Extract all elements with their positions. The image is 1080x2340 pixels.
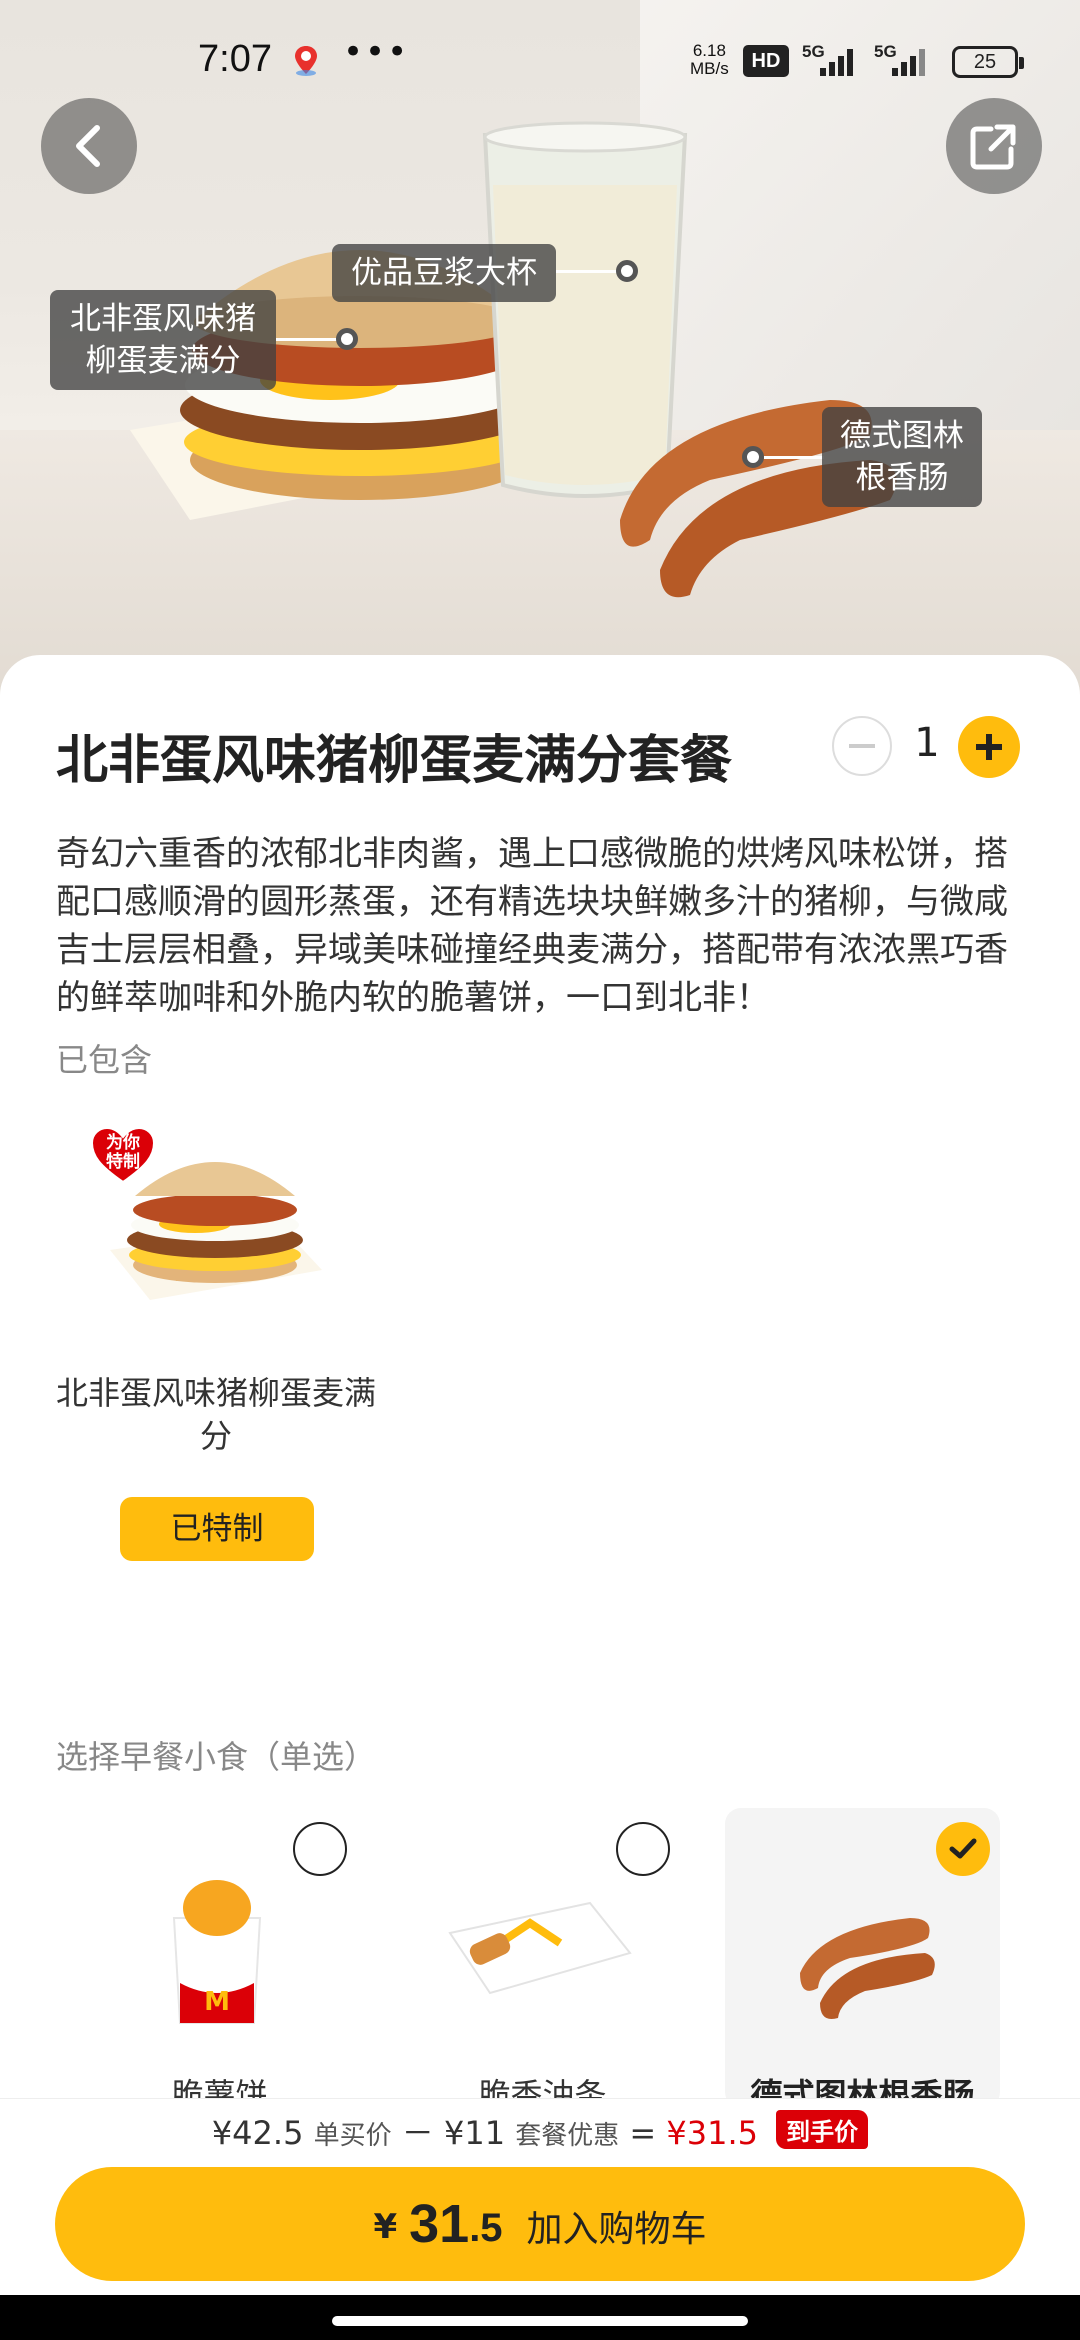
snack-option-youtiao[interactable]: 脆香油条: [405, 1808, 680, 2114]
minus-sign: －: [401, 2114, 434, 2152]
tag-burger-dot: [336, 328, 358, 350]
price-breakdown: ¥42.5 单买价 － ¥11 套餐优惠 = ¥31.5 到手价: [0, 2108, 1080, 2154]
network-speed-value: 6.18: [692, 41, 726, 60]
tag-sausage-line: [764, 456, 824, 459]
plus-icon: [976, 734, 1002, 760]
snack-select-label: 选择早餐小食（单选）: [56, 1738, 377, 1776]
single-price-label: 单买价: [313, 2121, 392, 2151]
snack-option-hashbrown-radio[interactable]: [293, 1822, 347, 1876]
tag-soymilk-dot: [616, 260, 638, 282]
hero-image: 北非蛋风味猪柳蛋麦满分 优品豆浆大杯 德式图林根香肠 7:07 ••• 6.18…: [0, 0, 1080, 700]
custom-made-badge-label: 为你特制: [106, 1133, 140, 1172]
status-bar: 7:07 ••• 6.18 MB/s HD 5G 5G 25: [0, 0, 1080, 120]
tag-burger-line: [276, 338, 338, 341]
quantity-increase-button[interactable]: [958, 716, 1020, 778]
cart-price-decimal: .5: [469, 2205, 503, 2250]
customized-button[interactable]: 已特制: [120, 1497, 314, 1561]
cart-currency: ¥: [373, 2207, 398, 2247]
equals-sign: =: [629, 2114, 657, 2152]
quantity-decrease-button[interactable]: [832, 716, 892, 776]
add-to-cart-label: 加入购物车: [526, 2209, 707, 2250]
tag-soymilk-line: [556, 270, 618, 273]
snack-option-sausage[interactable]: 德式图林根香肠: [725, 1808, 1000, 2114]
included-item-image[interactable]: 为你特制: [90, 1126, 330, 1324]
discount-label: 套餐优惠: [515, 2121, 620, 2151]
tag-burger[interactable]: 北非蛋风味猪柳蛋麦满分: [50, 290, 276, 390]
cart-price-integer: 31: [409, 2194, 470, 2254]
signal-icon-1: 5G: [802, 42, 862, 78]
signal-icon-2: 5G: [874, 42, 934, 78]
single-price: ¥42.5: [211, 2114, 304, 2152]
more-notifications-icon: •••: [343, 32, 410, 72]
back-button[interactable]: [41, 98, 137, 194]
share-icon: [970, 124, 1016, 170]
product-description: 奇幻六重香的浓郁北非肉酱，遇上口感微脆的烘烤风味松饼，搭配口感顺滑的圆形蒸蛋，还…: [56, 834, 1008, 1018]
discount-amount: ¥11: [443, 2114, 506, 2152]
check-icon: [949, 1838, 977, 1859]
snack-option-hashbrown[interactable]: M 脆薯饼: [82, 1808, 357, 2114]
status-time: 7:07: [198, 38, 272, 80]
battery-level: 25: [973, 51, 997, 73]
svg-text:M: M: [204, 1987, 230, 2017]
add-to-cart-button[interactable]: ¥ 31 .5 加入购物车: [55, 2167, 1025, 2281]
snack-option-sausage-radio[interactable]: [936, 1822, 990, 1876]
tag-burger-label: 北非蛋风味猪柳蛋麦满分: [70, 301, 256, 379]
hd-voice-icon: HD: [743, 45, 789, 77]
snack-option-youtiao-radio[interactable]: [616, 1822, 670, 1876]
included-item-name: 北非蛋风味猪柳蛋麦满分: [56, 1374, 377, 1455]
tag-sausage[interactable]: 德式图林根香肠: [822, 407, 982, 507]
product-title: 北非蛋风味猪柳蛋麦满分套餐: [56, 731, 733, 791]
home-gesture-handle[interactable]: [332, 2316, 748, 2326]
minus-icon: [849, 744, 875, 748]
tag-sausage-dot: [742, 446, 764, 468]
map-app-icon: [295, 46, 317, 76]
youtiao-image: [448, 1901, 632, 1995]
hashbrown-image: M: [172, 1880, 262, 2024]
tag-sausage-label: 德式图林根香肠: [840, 418, 964, 496]
final-price-badge: 到手价: [776, 2110, 869, 2149]
custom-made-badge: 为你特制: [90, 1126, 156, 1184]
network-speed-unit: MB/s: [690, 59, 729, 78]
sausage-image: [800, 1918, 935, 2019]
included-label: 已包含: [56, 1041, 153, 1079]
final-price: ¥31.5: [666, 2114, 758, 2152]
share-button[interactable]: [946, 98, 1042, 194]
quantity-value: 1: [914, 720, 940, 766]
network-speed: 6.18 MB/s: [690, 42, 729, 78]
chevron-left-icon: [76, 125, 100, 167]
tag-soymilk-label: 优品豆浆大杯: [351, 255, 537, 291]
tag-soymilk[interactable]: 优品豆浆大杯: [332, 244, 556, 302]
battery-icon: 25: [952, 46, 1024, 78]
